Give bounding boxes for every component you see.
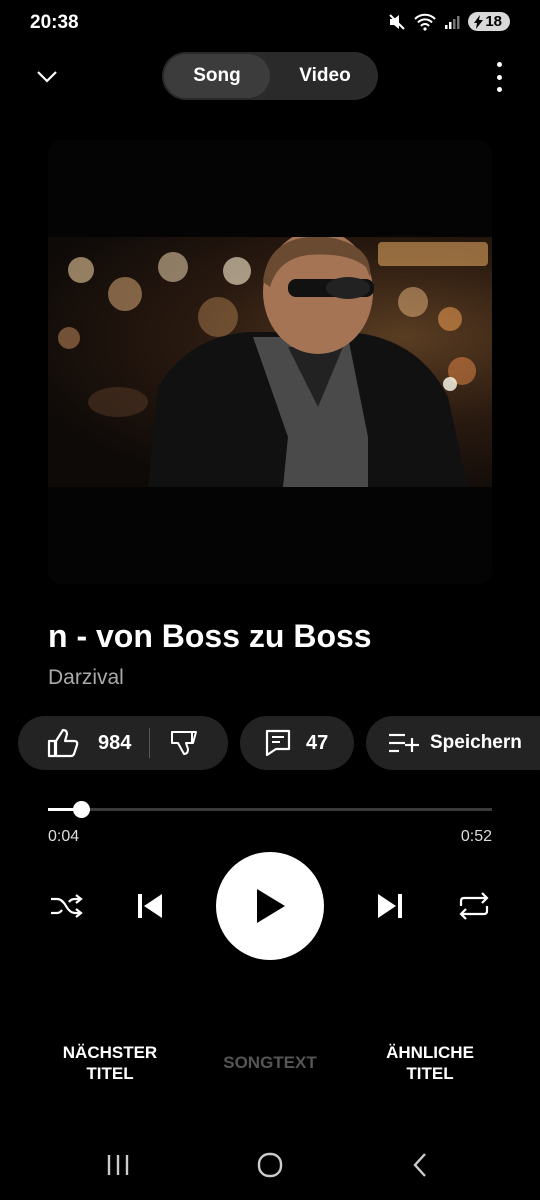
play-icon <box>257 889 285 923</box>
like-dislike-pill: 984 <box>18 716 228 770</box>
comment-icon <box>265 729 291 757</box>
dot-icon <box>496 62 502 67</box>
tab-song[interactable]: Song <box>164 54 270 98</box>
like-count: 984 <box>98 731 132 754</box>
save-to-playlist-button[interactable]: Speichern <box>366 716 540 770</box>
charging-icon <box>474 14 484 29</box>
signal-icon <box>445 15 460 29</box>
playlist-add-icon <box>389 733 419 753</box>
nav-home-button[interactable] <box>250 1150 290 1180</box>
progress-bar[interactable] <box>48 801 492 818</box>
comments-button[interactable]: 47 <box>240 716 354 770</box>
tab-video[interactable]: Video <box>272 52 378 100</box>
shuffle-icon <box>51 894 83 918</box>
song-title: n - von Boss zu Boss <box>48 618 372 654</box>
repeat-button[interactable] <box>454 886 494 926</box>
back-icon <box>413 1153 426 1177</box>
collapse-player-button[interactable] <box>30 62 64 92</box>
more-options-button[interactable] <box>492 62 506 92</box>
nav-recents-button[interactable] <box>98 1150 138 1180</box>
tab-lyrics[interactable]: SONGTEXT <box>195 1052 345 1073</box>
album-artwork <box>48 140 492 584</box>
dot-icon <box>496 87 502 92</box>
artist-name[interactable]: Darzival <box>48 666 124 690</box>
skip-previous-icon <box>138 894 162 918</box>
save-label: Speichern <box>430 732 522 753</box>
previous-button[interactable] <box>128 884 172 928</box>
tab-related[interactable]: ÄHNLICHE TITEL <box>355 1042 505 1084</box>
mute-icon <box>389 13 406 30</box>
next-button[interactable] <box>368 884 412 928</box>
shuffle-button[interactable] <box>46 886 86 926</box>
chevron-down-icon <box>37 71 57 83</box>
nav-back-button[interactable] <box>400 1150 440 1180</box>
battery-indicator: 18 <box>468 12 510 31</box>
progress-thumb[interactable] <box>73 801 91 818</box>
play-button[interactable] <box>216 852 324 960</box>
artist-photo <box>148 237 468 487</box>
battery-level: 18 <box>485 13 502 30</box>
tab-next-tracks[interactable]: NÄCHSTER TITEL <box>35 1042 185 1084</box>
dislike-button[interactable] <box>150 716 200 770</box>
repeat-icon <box>459 892 489 920</box>
comment-count: 47 <box>306 731 329 754</box>
thumbs-down-icon <box>171 731 198 755</box>
wifi-icon <box>414 13 437 31</box>
home-icon <box>257 1152 283 1178</box>
skip-next-icon <box>378 894 402 918</box>
thumbs-up-icon <box>47 728 79 758</box>
song-video-toggle: Song Video <box>162 52 378 100</box>
status-icons: 18 <box>388 12 510 31</box>
recents-icon <box>107 1155 129 1175</box>
total-time: 0:52 <box>460 828 492 845</box>
current-time: 0:04 <box>48 828 80 845</box>
status-time: 20:38 <box>30 12 79 33</box>
artwork-image <box>48 237 492 487</box>
like-button[interactable]: 984 <box>18 716 131 770</box>
dot-icon <box>496 74 502 80</box>
